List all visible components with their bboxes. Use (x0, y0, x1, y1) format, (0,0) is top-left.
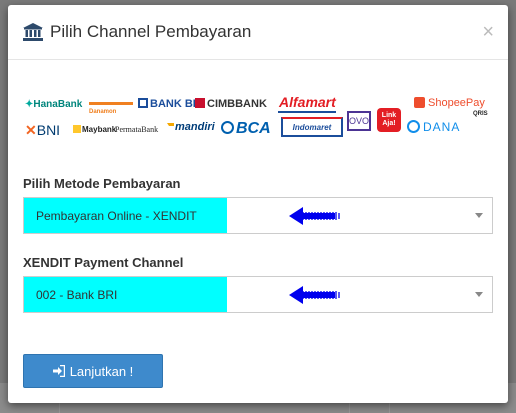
dana-logo: DANA (407, 120, 460, 133)
channel-select[interactable]: 002 - Bank BRI (23, 276, 493, 313)
permata-bank-logo: PermataBank (115, 125, 159, 134)
continue-button[interactable]: Lanjutkan ! (23, 354, 163, 388)
qris-logo: QRIS (473, 111, 488, 117)
left-arrow-icon (289, 286, 340, 304)
modal-header: Pilih Channel Pembayaran × (8, 5, 508, 60)
modal-title: Pilih Channel Pembayaran (23, 22, 251, 42)
modal-title-text: Pilih Channel Pembayaran (50, 22, 252, 41)
cimb-bank-logo: CIMBBANK (195, 98, 267, 110)
bca-logo: BCA (221, 121, 271, 137)
mandiri-logo: mandiri (167, 122, 215, 133)
ovo-logo: OVO (347, 111, 371, 131)
sign-in-icon (52, 365, 65, 377)
alfamart-logo: Alfamart (279, 94, 336, 110)
method-select[interactable]: Pembayaran Online - XENDIT (23, 197, 493, 234)
close-button[interactable]: × (482, 22, 494, 42)
linkaja-logo: Link Aja! (377, 108, 401, 132)
alfamart-underline (278, 111, 336, 113)
bank-bri-logo: BANK BRI (138, 98, 204, 110)
method-selected-value: Pembayaran Online - XENDIT (24, 198, 227, 233)
payment-logos: ✦HanaBank Danamon BANK BRI CIMBBANK Alfa… (23, 95, 493, 145)
continue-button-label: Lanjutkan ! (69, 363, 134, 379)
danamon-logo: Danamon (89, 109, 117, 115)
chevron-down-icon (475, 213, 483, 218)
danamon-bar (89, 102, 133, 105)
payment-channel-modal: Pilih Channel Pembayaran × ✦HanaBank Dan… (8, 5, 508, 403)
bank-icon (23, 23, 43, 41)
channel-label: XENDIT Payment Channel (23, 255, 184, 270)
chevron-down-icon (475, 292, 483, 297)
shopeepay-logo: ShopeePay (414, 97, 485, 109)
method-label: Pilih Metode Pembayaran (23, 176, 181, 191)
bni-logo: ✕BNI (25, 122, 61, 138)
maybank-logo: Maybank (73, 125, 116, 134)
indomaret-logo: Indomaret (281, 117, 343, 137)
channel-selected-value: 002 - Bank BRI (24, 277, 227, 312)
left-arrow-icon (289, 207, 340, 225)
hana-bank-logo: ✦HanaBank (25, 99, 83, 110)
